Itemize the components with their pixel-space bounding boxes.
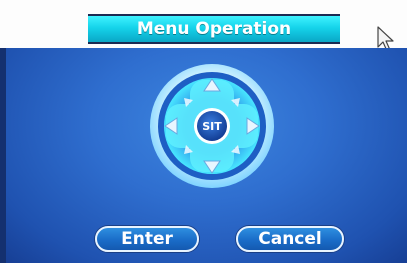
arrow-down-left-icon[interactable] bbox=[184, 145, 193, 154]
arrow-right-icon[interactable] bbox=[246, 117, 260, 135]
arrow-up-right-icon[interactable] bbox=[231, 98, 240, 107]
arrow-down-right-icon[interactable] bbox=[231, 145, 240, 154]
arrow-up-left-icon[interactable] bbox=[184, 98, 193, 107]
directional-joystick[interactable]: SIT bbox=[148, 62, 276, 190]
cancel-button[interactable]: Cancel bbox=[236, 226, 344, 252]
arrow-left-icon[interactable] bbox=[164, 117, 178, 135]
joystick-center-label: SIT bbox=[202, 120, 222, 133]
arrow-up-icon[interactable] bbox=[203, 78, 221, 92]
dialog-title: Menu Operation bbox=[88, 14, 340, 44]
enter-button[interactable]: Enter bbox=[95, 226, 199, 252]
arrow-down-icon[interactable] bbox=[203, 160, 221, 174]
